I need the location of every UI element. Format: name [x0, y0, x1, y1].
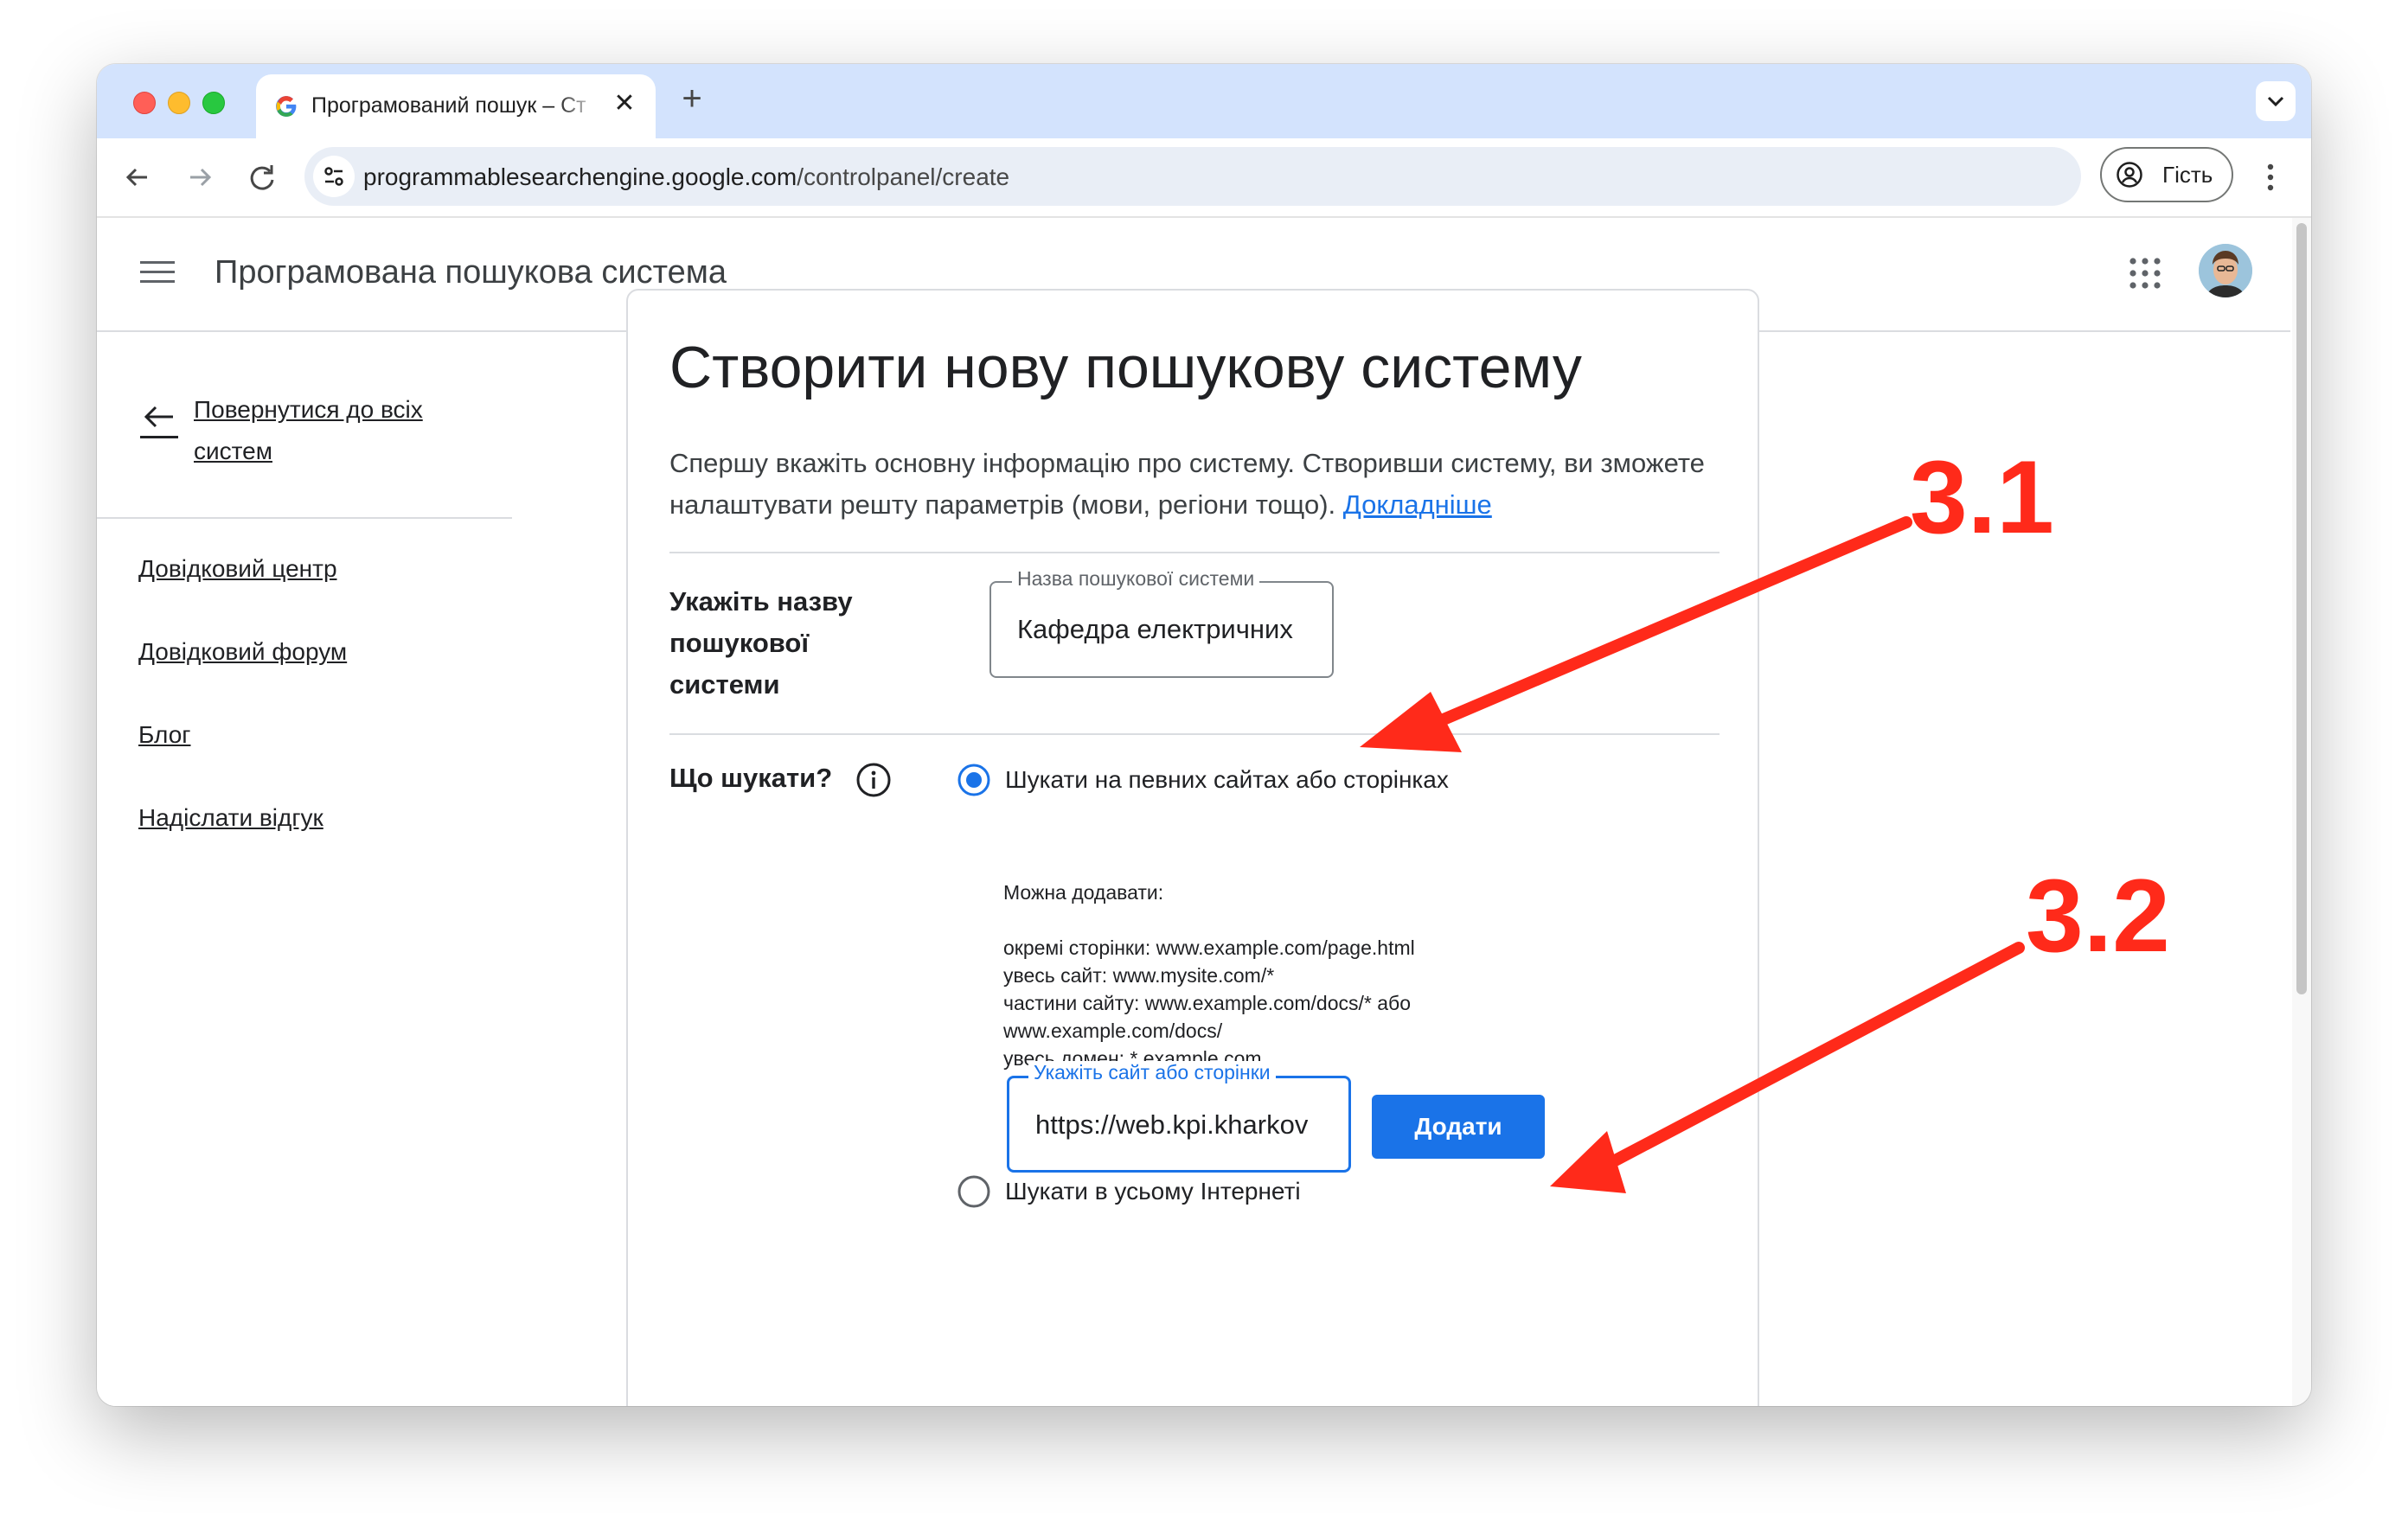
avatar-portrait-icon [2199, 244, 2252, 297]
minimize-window-button[interactable] [168, 92, 190, 114]
help-line [1003, 906, 1488, 934]
site-url-value: https://web.kpi.kharkov [1035, 1109, 1309, 1140]
more-vert-icon[interactable] [2251, 156, 2290, 199]
chevron-down-icon [2267, 96, 2284, 107]
add-site-button[interactable]: Додати [1372, 1095, 1545, 1159]
tune-icon [324, 167, 343, 186]
scrollbar-thumb[interactable] [2296, 223, 2307, 994]
forward-arrow-icon[interactable] [180, 157, 220, 197]
radio-entire-web-label[interactable]: Шукати в усьому Інтернеті [1005, 1178, 1301, 1205]
tab-strip: Програмований пошук – Ст ✕ + [97, 64, 2311, 138]
tab-title: Програмований пошук – Ст [311, 93, 586, 118]
sidebar-link-help-center[interactable]: Довідковий центр [138, 555, 337, 583]
intro-description: Спершу вкажіть основну інформацію про си… [669, 448, 1705, 520]
what-to-search-label: Що шукати? [669, 763, 833, 793]
help-line: окремі сторінки: www.example.com/page.ht… [1003, 936, 1415, 959]
address-bar[interactable]: programmablesearchengine.google.com/cont… [304, 147, 2081, 206]
account-circle-icon [2117, 162, 2142, 188]
browser-window: Програмований пошук – Ст ✕ + programmabl… [97, 64, 2311, 1406]
menu-icon[interactable] [140, 259, 175, 285]
sidebar-link-help-forum[interactable]: Довідковий форум [138, 638, 347, 666]
section-divider [669, 733, 1720, 735]
annotation-label-2: 3.2 [2026, 858, 2170, 974]
user-avatar[interactable] [2199, 244, 2252, 297]
info-icon[interactable] [855, 761, 893, 799]
tab-search-button[interactable] [2256, 81, 2296, 121]
back-link-label: Повернутися до всіх систем [194, 396, 423, 464]
create-engine-card: Створити нову пошукову систему Спершу вк… [626, 289, 1759, 1406]
site-url-floating-label: Укажіть сайт або сторінки [1028, 1061, 1276, 1084]
sidebar-link-feedback[interactable]: Надіслати відгук [138, 804, 323, 832]
learn-more-link[interactable]: Докладніше [1343, 489, 1492, 520]
page-content: Програмована пошукова система Повернутис… [97, 218, 2290, 1406]
help-line: частини сайту: www.example.com/docs/* аб… [1003, 992, 1411, 1014]
guest-label: Гість [2162, 162, 2213, 188]
page-title: Створити нову пошукову систему [669, 335, 1582, 400]
google-favicon-icon [276, 96, 297, 117]
radio-specific-sites-label[interactable]: Шукати на певних сайтах або сторінках [1005, 766, 1449, 794]
site-info-button[interactable] [313, 156, 355, 197]
allowed-sites-help: Можна додавати: окремі сторінки: www.exa… [1003, 879, 1488, 1072]
tab-close-icon[interactable]: ✕ [609, 88, 640, 119]
help-line: Можна додавати: [1003, 881, 1164, 904]
page-scrollbar[interactable] [2292, 218, 2311, 1406]
reload-icon[interactable] [242, 157, 282, 197]
section-divider [669, 552, 1720, 553]
engine-name-value: Кафедра електричних [1017, 614, 1293, 644]
radio-specific-sites[interactable] [957, 763, 991, 797]
arrow-back-icon [140, 406, 178, 438]
guest-profile-button[interactable]: Гість [2100, 147, 2233, 202]
browser-tab[interactable]: Програмований пошук – Ст ✕ [256, 74, 656, 138]
url-host: programmablesearchengine.google.com [363, 163, 797, 190]
maximize-window-button[interactable] [202, 92, 225, 114]
app-title: Програмована пошукова система [215, 254, 727, 291]
sidebar-link-blog[interactable]: Блог [138, 721, 191, 749]
apps-grid-icon[interactable] [2128, 256, 2162, 291]
intro-text: Спершу вкажіть основну інформацію про си… [669, 443, 1707, 526]
help-line: www.example.com/docs/ [1003, 1019, 1223, 1042]
engine-name-floating-label: Назва пошукової системи [1012, 567, 1260, 591]
url-text: programmablesearchengine.google.com/cont… [363, 163, 1009, 191]
browser-toolbar: programmablesearchengine.google.com/cont… [97, 138, 2311, 218]
sidebar-divider [97, 517, 512, 519]
help-line: увесь сайт: www.mysite.com/* [1003, 964, 1275, 987]
engine-name-input[interactable]: Назва пошукової системи Кафедра електрич… [989, 567, 1334, 678]
engine-name-label: Укажіть назву пошукової системи [669, 586, 853, 700]
radio-entire-web[interactable] [957, 1174, 991, 1209]
close-window-button[interactable] [133, 92, 156, 114]
site-url-input[interactable]: Укажіть сайт або сторінки https://web.kp… [1007, 1061, 1351, 1173]
url-path: /controlpanel/create [797, 163, 1010, 190]
new-tab-button[interactable]: + [673, 80, 711, 118]
annotation-label-1: 3.1 [1910, 439, 2054, 555]
back-arrow-icon[interactable] [118, 157, 157, 197]
